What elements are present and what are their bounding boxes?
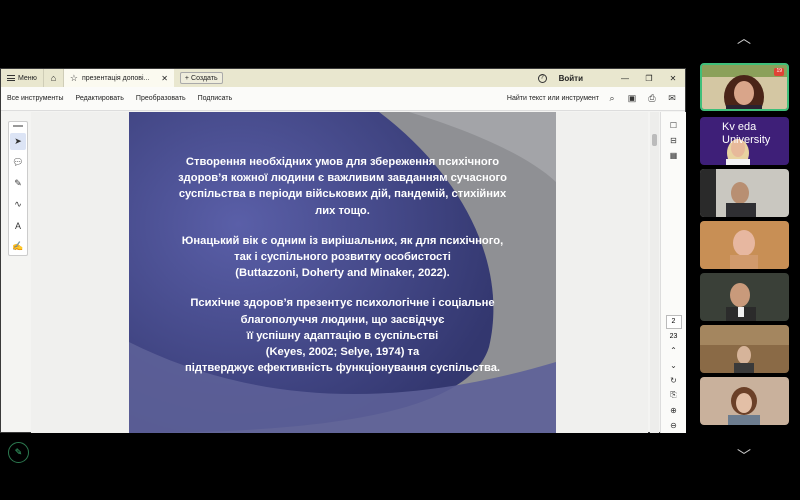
hamburger-icon — [7, 75, 15, 81]
minimize-icon[interactable]: — — [613, 74, 637, 83]
edit-button[interactable]: Редактировать — [70, 95, 130, 102]
convert-button[interactable]: Преобразовать — [130, 95, 192, 102]
participant-video-7[interactable] — [700, 377, 789, 425]
help-icon[interactable]: ? — [537, 73, 547, 83]
home-icon: ⌂ — [50, 73, 57, 83]
zoom-in-icon[interactable]: ⊕ — [666, 403, 682, 418]
page-total: 23 — [669, 332, 678, 340]
print-icon[interactable]: ⎙ — [645, 92, 659, 106]
zoom-out-icon[interactable]: ⊖ — [666, 418, 682, 433]
draw-freehand-icon[interactable]: ∿ — [10, 196, 26, 213]
search-tools-field[interactable]: Найти текст или инструмент — [507, 95, 599, 102]
thumbnails-icon[interactable]: ▦ — [666, 148, 682, 163]
drag-handle[interactable] — [13, 125, 23, 127]
mail-icon[interactable]: ✉ — [665, 92, 679, 106]
document-canvas[interactable]: Створення необхідних умов для збереження… — [31, 112, 648, 433]
participant-video-1[interactable]: 19 — [700, 63, 789, 111]
comment-icon[interactable]: 💬︎ — [10, 154, 26, 171]
participant-4-feed — [700, 221, 789, 269]
create-button[interactable]: + Создать — [179, 72, 223, 84]
comment-panel-icon[interactable]: ☐ — [666, 118, 682, 133]
university-logo-text: Kv eda University — [722, 121, 770, 147]
page-up-chevron-icon[interactable]: ⌃ — [666, 343, 682, 358]
save-page-icon[interactable]: ⎘ — [666, 388, 682, 403]
acrobat-toolbar: Все инструменты Редактировать Преобразов… — [1, 87, 685, 111]
refresh-icon[interactable]: ↻ — [666, 373, 682, 388]
scrollbar-thumb[interactable] — [652, 134, 657, 146]
participant-video-6[interactable] — [700, 325, 789, 373]
participant-6-feed — [700, 325, 789, 373]
bookmark-icon[interactable]: ⊟ — [666, 133, 682, 148]
vertical-scrollbar[interactable] — [650, 112, 659, 433]
search-icon[interactable]: ⌕ — [605, 92, 619, 106]
participant-7-feed — [700, 377, 789, 425]
close-tab-icon[interactable]: ✕ — [161, 74, 168, 83]
right-rail: ☐ ⊟ ▦ 2 23 ⌃ ⌄ ↻ ⎘ ⊕ ⊖ — [660, 112, 686, 433]
document-tab-title: презентація допові... — [82, 74, 150, 82]
scroll-up-chevron-icon[interactable]: ︿ — [733, 28, 755, 46]
signin-button[interactable]: Войти — [559, 74, 583, 83]
menubar-right: ? Войти — ❐ ✕ — [537, 69, 685, 87]
participant-video-3[interactable] — [700, 169, 789, 217]
toolbar-right: Найти текст или инструмент ⌕ ▣ ⎙ ✉ — [507, 92, 685, 106]
save-icon[interactable]: ▣ — [625, 92, 639, 106]
sign-button[interactable]: Подписать — [192, 95, 239, 102]
create-label: Создать — [191, 74, 218, 82]
page-number-input[interactable]: 2 — [665, 315, 682, 329]
pencil-icon: ✎ — [14, 447, 23, 457]
participant-video-4[interactable] — [700, 221, 789, 269]
plus-icon: + — [184, 74, 190, 82]
scroll-down-chevron-icon[interactable]: ﹀ — [733, 446, 755, 464]
participant-5-feed — [700, 273, 789, 321]
home-button[interactable]: ⌂ — [44, 69, 64, 87]
participant-video-5[interactable] — [700, 273, 789, 321]
menu-label: Меню — [18, 74, 37, 82]
slide-paragraph-3: Психічне здоров’я презентує психологічне… — [184, 297, 501, 375]
all-tools-button[interactable]: Все инструменты — [1, 95, 70, 102]
document-tab[interactable]: ☆ презентація допові... ✕ — [63, 69, 174, 87]
acrobat-window: Меню ⌂ ☆ презентація допові... ✕ + Созда… — [0, 68, 686, 433]
participant-3-feed — [700, 169, 789, 217]
page-down-chevron-icon[interactable]: ⌄ — [666, 358, 682, 373]
highlight-pen-icon[interactable]: ✎ — [10, 175, 26, 192]
logo-line-1: Kv eda — [722, 121, 757, 133]
restore-icon[interactable]: ❐ — [637, 74, 661, 83]
quick-tools-panel: ➤ 💬︎ ✎ ∿ A ✍ — [8, 121, 28, 256]
select-cursor-icon[interactable]: ➤ — [10, 133, 26, 150]
acrobat-menubar: Меню ⌂ ☆ презентація допові... ✕ + Созда… — [1, 69, 685, 87]
slide-paragraph-1: Створення необхідних умов для збереження… — [178, 156, 507, 217]
close-window-icon[interactable]: ✕ — [661, 74, 685, 83]
text-box-icon[interactable]: A — [10, 217, 26, 234]
fill-sign-icon[interactable]: ✍ — [10, 238, 26, 255]
logo-line-2: University — [722, 134, 771, 146]
presentation-slide: Створення необхідних умов для збереження… — [129, 112, 556, 433]
participant-badge: 19 — [774, 68, 784, 76]
star-icon[interactable]: ☆ — [70, 73, 78, 84]
menu-button[interactable]: Меню — [1, 69, 44, 87]
participant-video-2[interactable]: Kv eda University — [700, 117, 789, 165]
slide-text: Створення необхідних умов для збереження… — [129, 154, 556, 390]
slide-paragraph-2: Юнацький вік є одним із вирішальних, як … — [181, 234, 504, 280]
annotate-pencil-button[interactable]: ✎ — [8, 442, 29, 463]
